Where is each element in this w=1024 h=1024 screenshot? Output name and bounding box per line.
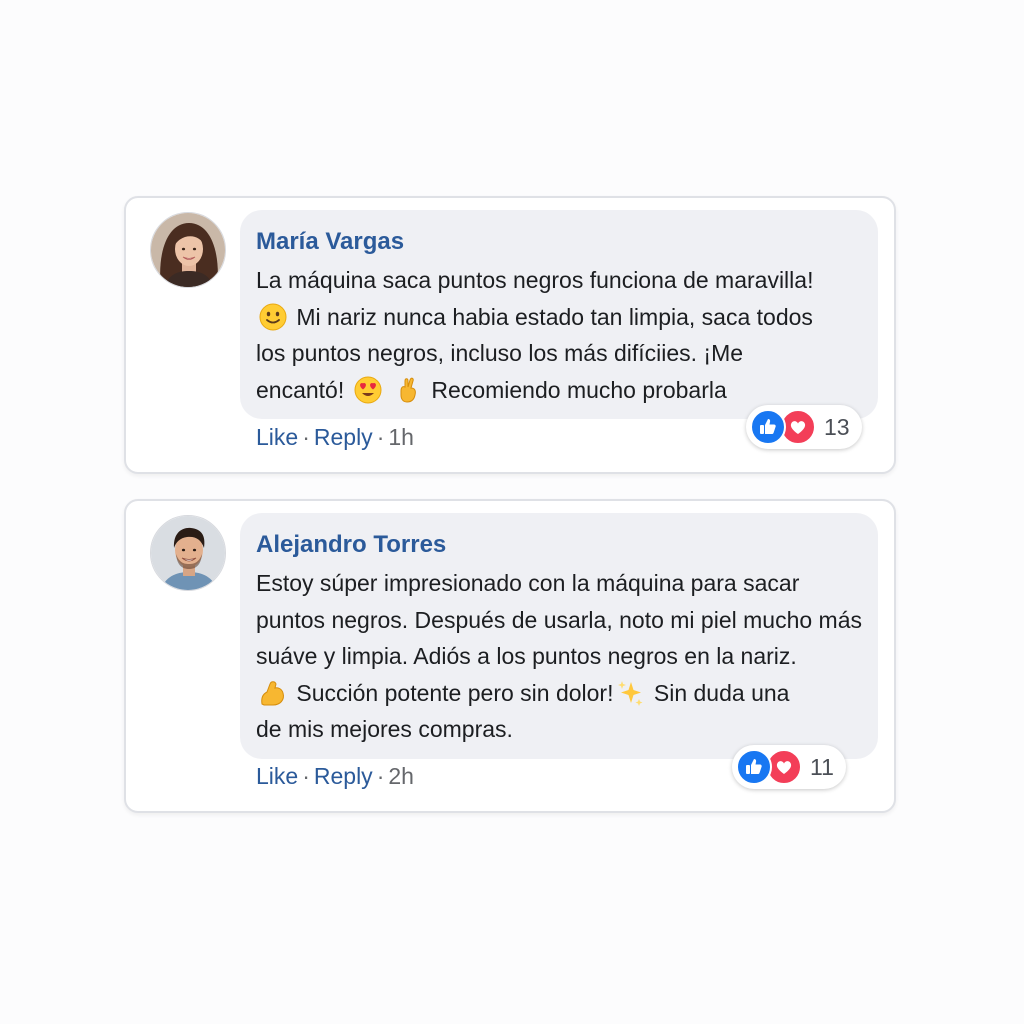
comment-text-segment: Succión potente pero sin dolor! bbox=[290, 679, 614, 706]
comment-line: puntos negros. Después de usarla, noto m… bbox=[256, 602, 868, 639]
comment-line: Estoy súper impresionado con la máquina … bbox=[256, 565, 868, 602]
comment-text-segment bbox=[385, 377, 391, 403]
reaction-count: 11 bbox=[810, 753, 834, 780]
reactions-summary[interactable]: 11 bbox=[732, 745, 846, 789]
comment-text-segment: Mi nariz nunca habia estado tan limpia, … bbox=[290, 303, 813, 330]
reply-link[interactable]: Reply bbox=[314, 763, 373, 789]
avatar-maria[interactable] bbox=[150, 212, 226, 288]
sparkles-emoji bbox=[618, 680, 643, 706]
comment-line: encantó! Recomiendo mucho probarla bbox=[256, 372, 868, 409]
comment-text-segment: La máquina saca puntos negros funciona d… bbox=[256, 267, 814, 293]
heart-eyes-emoji bbox=[354, 376, 382, 403]
author-name[interactable]: María Vargas bbox=[256, 226, 868, 258]
author-name[interactable]: Alejandro Torres bbox=[256, 529, 868, 561]
comment-card-maria: María Vargas La máquina saca puntos negr… bbox=[124, 196, 896, 474]
separator: · bbox=[376, 424, 385, 450]
comment-text: Estoy súper impresionado con la máquina … bbox=[256, 565, 868, 748]
flexed-biceps-emoji bbox=[261, 680, 284, 705]
comment-text-segment: de mis mejores compras. bbox=[256, 716, 513, 742]
comment-text-segment: Sin duda una bbox=[647, 679, 790, 706]
comment-card-alejandro: Alejandro Torres Estoy súper impresionad… bbox=[124, 499, 896, 813]
separator: · bbox=[376, 763, 385, 789]
like-reaction-icon bbox=[750, 409, 786, 445]
comment-text-segment: puntos negros. Después de usarla, noto m… bbox=[256, 606, 862, 633]
crossed-fingers-emoji bbox=[400, 377, 416, 403]
comment-line: suáve y limpia. Adiós a los puntos negro… bbox=[256, 638, 868, 675]
comment-line: La máquina saca puntos negros funciona d… bbox=[256, 262, 868, 299]
separator: · bbox=[302, 763, 310, 789]
comment-line: Mi nariz nunca habia estado tan limpia, … bbox=[256, 299, 868, 336]
comment-text: La máquina saca puntos negros funciona d… bbox=[256, 262, 868, 408]
comment-text-segment: suáve y limpia. Adiós a los puntos negro… bbox=[256, 643, 797, 669]
reactions-summary[interactable]: 13 bbox=[746, 405, 862, 449]
comment-line: Succión potente pero sin dolor! Sin duda… bbox=[256, 675, 868, 712]
comment-text-segment: los puntos negros, incluso los más difíc… bbox=[256, 340, 744, 366]
woman-avatar-icon bbox=[151, 213, 225, 287]
slightly-smiling-face-emoji bbox=[259, 303, 287, 330]
separator: · bbox=[302, 424, 310, 450]
comment-text-segment: Recomiendo mucho probarla bbox=[425, 376, 727, 403]
comment-actions: Like · Reply · 2h bbox=[256, 763, 414, 790]
reply-link[interactable]: Reply bbox=[314, 424, 373, 450]
like-link[interactable]: Like bbox=[256, 763, 298, 789]
comment-timestamp[interactable]: 1h bbox=[388, 424, 414, 450]
comment-actions: Like · Reply · 1h bbox=[256, 424, 414, 451]
reaction-count: 13 bbox=[824, 413, 850, 440]
comment-text-segment: Estoy súper impresionado con la máquina … bbox=[256, 570, 800, 596]
like-link[interactable]: Like bbox=[256, 424, 298, 450]
comment-bubble: Alejandro Torres Estoy súper impresionad… bbox=[240, 513, 878, 759]
comment-line: de mis mejores compras. bbox=[256, 711, 868, 748]
comment-text-segment: encantó! bbox=[256, 376, 351, 403]
comment-timestamp[interactable]: 2h bbox=[388, 763, 414, 789]
avatar-alejandro[interactable] bbox=[150, 515, 226, 591]
comment-bubble: María Vargas La máquina saca puntos negr… bbox=[240, 210, 878, 419]
man-avatar-icon bbox=[151, 516, 225, 590]
like-reaction-icon bbox=[736, 749, 772, 785]
comment-line: los puntos negros, incluso los más difíc… bbox=[256, 335, 868, 372]
